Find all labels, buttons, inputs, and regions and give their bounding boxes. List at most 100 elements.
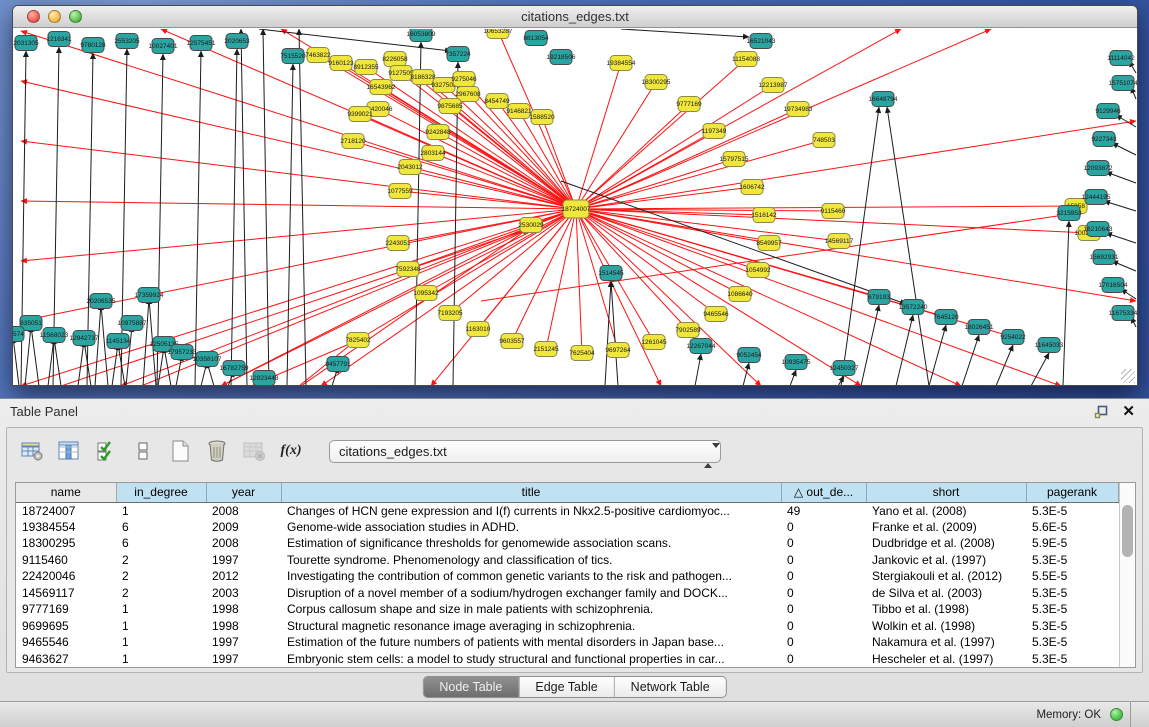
table-cell[interactable]: Hescheler et al. (1997)	[866, 651, 1026, 668]
table-cell[interactable]: 1	[116, 601, 206, 618]
table-cell[interactable]: 0	[781, 601, 866, 618]
table-row[interactable]: 1830029562008Estimation of significance …	[16, 535, 1118, 552]
column-header-title[interactable]: title	[281, 483, 781, 502]
table-cell[interactable]: Investigating the contribution of common…	[281, 568, 781, 585]
table-scrollbar[interactable]	[1119, 483, 1135, 667]
scrollbar-thumb[interactable]	[1122, 505, 1133, 557]
table-cell[interactable]: 5.9E-5	[1026, 535, 1118, 552]
show-column-icon[interactable]	[56, 439, 82, 463]
table-cell[interactable]: 0	[781, 535, 866, 552]
table-cell[interactable]: 5.3E-5	[1026, 634, 1118, 651]
table-cell[interactable]: 2	[116, 568, 206, 585]
table-cell[interactable]: Changes of HCN gene expression and I(f) …	[281, 502, 781, 519]
table-cell[interactable]: 2	[116, 552, 206, 569]
table-cell[interactable]: 2008	[206, 535, 281, 552]
table-cell[interactable]: 22420046	[16, 568, 116, 585]
table-cell[interactable]: Corpus callosum shape and size in male p…	[281, 601, 781, 618]
table-cell[interactable]: 0	[781, 552, 866, 569]
table-cell[interactable]: 2008	[206, 502, 281, 519]
window-titlebar[interactable]: citations_edges.txt	[13, 6, 1137, 28]
table-cell[interactable]: 1998	[206, 601, 281, 618]
table-cell[interactable]: 9115460	[16, 552, 116, 569]
table-cell[interactable]: Dudbridge et al. (2008)	[866, 535, 1026, 552]
table-cell[interactable]: Tibbo et al. (1998)	[866, 601, 1026, 618]
table-row[interactable]: 2242004622012Investigating the contribut…	[16, 568, 1118, 585]
table-cell[interactable]: Embryonic stem cells: a model to study s…	[281, 651, 781, 668]
minimize-window-button[interactable]	[48, 10, 61, 23]
table-cell[interactable]: 1	[116, 502, 206, 519]
table-row[interactable]: 1456911722003Disruption of a novel membe…	[16, 585, 1118, 602]
table-cell[interactable]: 18300295	[16, 535, 116, 552]
create-table-icon[interactable]	[167, 439, 193, 463]
attribute-table-settings-icon[interactable]	[19, 439, 45, 463]
table-cell[interactable]: Stergiakouli et al. (2012)	[866, 568, 1026, 585]
table-cell[interactable]: 0	[781, 585, 866, 602]
table-cell[interactable]: 1997	[206, 651, 281, 668]
table-cell[interactable]: 1	[116, 634, 206, 651]
table-row[interactable]: 946362711997Embryonic stem cells: a mode…	[16, 651, 1118, 668]
table-cell[interactable]: 5.3E-5	[1026, 651, 1118, 668]
table-row[interactable]: 1872400712008Changes of HCN gene express…	[16, 502, 1118, 519]
table-cell[interactable]: 0	[781, 568, 866, 585]
table-row[interactable]: 977716911998Corpus callosum shape and si…	[16, 601, 1118, 618]
table-cell[interactable]: 2	[116, 585, 206, 602]
table-cell[interactable]: Jankovic et al. (1997)	[866, 552, 1026, 569]
table-cell[interactable]: 5.3E-5	[1026, 585, 1118, 602]
table-cell[interactable]: 1	[116, 618, 206, 635]
table-cell[interactable]: 2009	[206, 519, 281, 536]
table-cell[interactable]: Estimation of significance thresholds fo…	[281, 535, 781, 552]
table-cell[interactable]: Nakamura et al. (1997)	[866, 634, 1026, 651]
table-cell[interactable]: 9777169	[16, 601, 116, 618]
table-cell[interactable]: 6	[116, 535, 206, 552]
close-window-button[interactable]	[27, 10, 40, 23]
table-cell[interactable]: 9699695	[16, 618, 116, 635]
table-cell[interactable]: de Silva et al. (2003)	[866, 585, 1026, 602]
table-cell[interactable]: 5.3E-5	[1026, 601, 1118, 618]
table-cell[interactable]: Disruption of a novel member of a sodium…	[281, 585, 781, 602]
column-header-short[interactable]: short	[866, 483, 1026, 502]
table-cell[interactable]: Tourette syndrome. Phenomenology and cla…	[281, 552, 781, 569]
table-cell[interactable]: 0	[781, 519, 866, 536]
table-cell[interactable]: 2012	[206, 568, 281, 585]
table-cell[interactable]: Genome-wide association studies in ADHD.	[281, 519, 781, 536]
table-cell[interactable]: Yano et al. (2008)	[866, 502, 1026, 519]
table-cell[interactable]: Franke et al. (2009)	[866, 519, 1026, 536]
network-canvas[interactable]: 7463822916012389123558226058912750516543…	[13, 29, 1137, 385]
column-header-year[interactable]: year	[206, 483, 281, 502]
table-row[interactable]: 911546021997Tourette syndrome. Phenomeno…	[16, 552, 1118, 569]
table-cell[interactable]: 0	[781, 634, 866, 651]
column-header-pagerank[interactable]: pagerank	[1026, 483, 1118, 502]
delete-attribute-icon[interactable]	[204, 439, 230, 463]
select-columns-icon[interactable]	[93, 439, 119, 463]
table-cell[interactable]: 9463627	[16, 651, 116, 668]
table-cell[interactable]: 1998	[206, 618, 281, 635]
table-cell[interactable]: 0	[781, 618, 866, 635]
table-cell[interactable]: 14569117	[16, 585, 116, 602]
table-row[interactable]: 946554611997Estimation of the future num…	[16, 634, 1118, 651]
float-panel-icon[interactable]	[1094, 405, 1109, 424]
table-selector-combobox[interactable]: citations_edges.txt	[329, 440, 721, 463]
table-cell[interactable]: 5.5E-5	[1026, 568, 1118, 585]
table-cell[interactable]: 0	[781, 651, 866, 668]
table-cell[interactable]: 6	[116, 519, 206, 536]
column-header-out_de[interactable]: △ out_de...	[781, 483, 866, 502]
table-cell[interactable]: 18724007	[16, 502, 116, 519]
table-cell[interactable]: 49	[781, 502, 866, 519]
row-height-icon[interactable]	[130, 439, 156, 463]
tab-node-table[interactable]: Node Table	[423, 677, 519, 697]
table-cell[interactable]: 1997	[206, 634, 281, 651]
table-cell[interactable]: 5.3E-5	[1026, 618, 1118, 635]
table-row[interactable]: 1938455462009Genome-wide association stu…	[16, 519, 1118, 536]
table-cell[interactable]: 5.3E-5	[1026, 552, 1118, 569]
table-cell[interactable]: Estimation of the future numbers of pati…	[281, 634, 781, 651]
zoom-window-button[interactable]	[69, 10, 82, 23]
resize-grip[interactable]	[1121, 369, 1135, 383]
table-cell[interactable]: Structural magnetic resonance image aver…	[281, 618, 781, 635]
table-cell[interactable]: 5.6E-5	[1026, 519, 1118, 536]
close-panel-icon[interactable]: ✕	[1122, 402, 1135, 420]
table-row[interactable]: 969969511998Structural magnetic resonanc…	[16, 618, 1118, 635]
table-cell[interactable]: 19384554	[16, 519, 116, 536]
function-builder-icon[interactable]: f(x)	[278, 439, 304, 463]
column-header-name[interactable]: name	[16, 483, 116, 502]
column-header-in_degree[interactable]: in_degree	[116, 483, 206, 502]
